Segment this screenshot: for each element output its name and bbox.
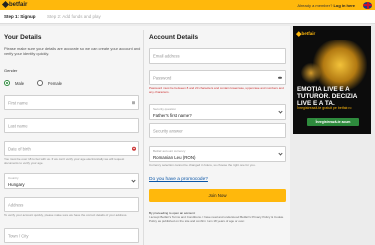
top-bar: betfair Already a member? Log in here (0, 0, 375, 10)
banner-image-glow (313, 40, 367, 90)
last-name-placeholder: Last name (8, 123, 28, 128)
step-1: Step 1: Signup (4, 14, 36, 19)
password-placeholder: Password (153, 75, 172, 80)
last-name-field[interactable]: Last name (4, 118, 139, 133)
betfair-diamond-icon (1, 0, 10, 9)
login-link[interactable]: Log in here (333, 3, 355, 8)
your-details-title: Your Details (4, 34, 42, 41)
account-details-title: Account Details (149, 34, 199, 41)
gender-female-radio[interactable] (37, 80, 43, 86)
country-value: Hungary (8, 181, 25, 187)
gender-label: Gender (4, 68, 18, 73)
first-name-placeholder: First name (8, 100, 28, 105)
promo-banner[interactable]: betfair EMOȚIA LIVE E A TUTUROR. DECIZIA… (293, 26, 371, 134)
address-placeholder: Address (8, 202, 24, 207)
security-question-select[interactable]: Security question Father's first name? (149, 104, 286, 120)
chevron-down-icon (278, 151, 283, 156)
steps-bar: Step 1: Signup Step 2: Add funds and pla… (0, 10, 375, 24)
chevron-down-icon (278, 109, 283, 114)
logo-text: betfair (9, 2, 28, 9)
promocode-link[interactable]: Do you have a promocode? (149, 177, 208, 182)
details-description: Please make sure your details are accura… (4, 46, 141, 57)
betfair-diamond-icon (296, 31, 302, 37)
town-placeholder: Town / City (8, 233, 29, 238)
already-member: Already a member? Log in here (297, 3, 355, 8)
banner-subtext: Înregistrează-te gratuit pe betfair.ro (297, 106, 352, 110)
dob-help: You must be over 18 to bet with us. If w… (4, 157, 125, 165)
town-field[interactable]: Town / City (4, 228, 139, 243)
chevron-down-icon (131, 178, 136, 183)
dob-field[interactable]: Date of birth (4, 141, 139, 156)
currency-label: Betfair account currency (153, 148, 186, 153)
dob-placeholder: Date of birth (8, 146, 31, 151)
password-help: Password must be between 8 and 20 charac… (149, 86, 284, 94)
currency-help: Currency selection cannot be changed in … (149, 163, 256, 167)
gender-female-label: Female (48, 80, 62, 86)
country-label: Country (8, 175, 19, 180)
step-2: Step 2: Add funds and play (47, 14, 101, 19)
email-field[interactable]: Email address (149, 48, 286, 64)
security-question-value: Father's first name? (153, 112, 192, 118)
address-field[interactable]: Address (4, 197, 139, 212)
legal-body: I accept Betfair's Terms and Conditions.… (149, 215, 284, 224)
legal-text: By proceeding to open an account: I acce… (149, 211, 287, 224)
uk-flag-icon[interactable] (363, 1, 372, 9)
first-name-field[interactable]: First name (4, 95, 139, 110)
banner-cta-button[interactable]: Înregistrează-te acum (307, 118, 359, 126)
column-divider (143, 30, 144, 245)
password-field[interactable]: Password (149, 70, 286, 85)
betfair-logo[interactable]: betfair (1, 0, 28, 9)
address-help: To verify your account quickly, please m… (4, 213, 128, 217)
alert-icon (131, 146, 136, 151)
security-answer-placeholder: Security answer (153, 128, 183, 133)
currency-value: Romanian Leu (RON) (153, 154, 196, 160)
trash-icon[interactable] (132, 100, 135, 105)
join-now-button[interactable]: Join Now (149, 189, 286, 202)
banner-headline: EMOȚIA LIVE E A TUTUROR. DECIZIA LIVE E … (297, 86, 358, 107)
currency-select[interactable]: Betfair account currency Romanian Leu (R… (149, 146, 286, 162)
banner-logo: betfair (296, 31, 316, 37)
banner-image-glow-secondary (301, 62, 321, 84)
security-question-label: Security question (153, 106, 177, 111)
eye-icon[interactable] (278, 76, 282, 79)
banner-logo-text: betfair (301, 31, 316, 36)
country-select[interactable]: Country Hungary (4, 173, 139, 189)
gender-male-label: Male (15, 80, 25, 86)
email-placeholder: Email address (153, 53, 180, 59)
already-member-text: Already a member? (297, 2, 333, 8)
security-answer-field[interactable]: Security answer (149, 123, 286, 138)
gender-male-radio[interactable] (4, 80, 10, 86)
